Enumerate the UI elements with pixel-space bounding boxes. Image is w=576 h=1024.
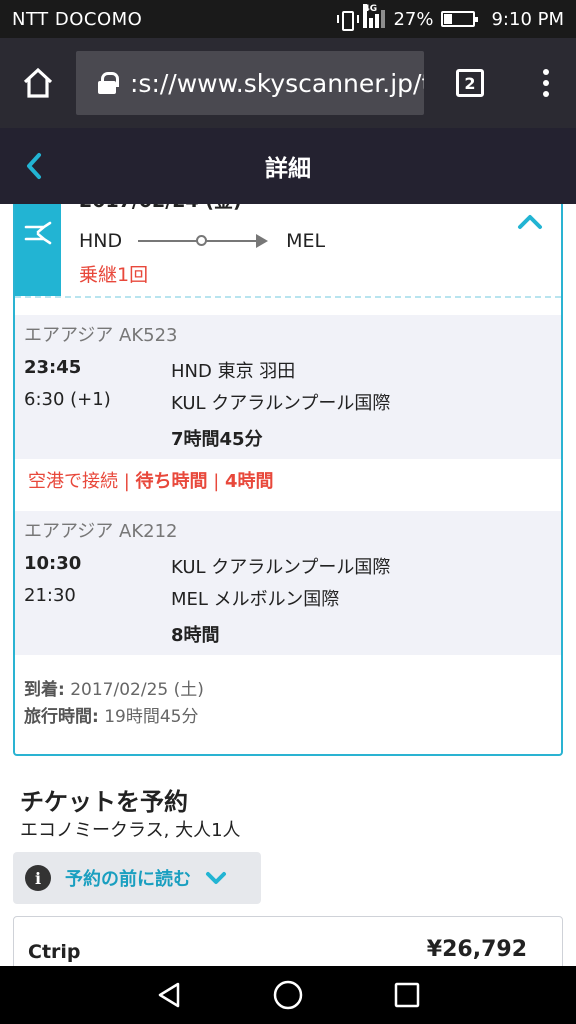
tab-count: 2 <box>456 69 484 97</box>
url-text: :s://www.skyscanner.jp/t <box>130 68 424 98</box>
separator: | <box>207 471 226 492</box>
home-icon <box>23 67 53 98</box>
arrow-icon <box>256 234 269 248</box>
arrival-airport: MEL メルボルン国際 <box>171 589 340 610</box>
stop-dot <box>196 235 208 246</box>
departure-airport: HND 東京 羽田 <box>171 361 296 382</box>
offer-card[interactable]: Ctrip ¥26,792 <box>13 916 563 966</box>
flight-duration: 8時間 <box>171 625 220 646</box>
chevron-left-icon[interactable] <box>22 150 46 182</box>
agent-name: Ctrip <box>28 941 81 963</box>
read-before-booking-button[interactable]: i 予約の前に読む <box>13 852 261 904</box>
travel-time-label: 旅行時間: <box>24 707 99 727</box>
back-triangle-icon <box>159 982 180 1008</box>
arrival-time: 6:30 (+1) <box>24 389 111 410</box>
home-nav-button[interactable] <box>268 975 308 1015</box>
arrival-time: 21:30 <box>24 585 76 606</box>
airline-flight: エアアジア AK523 <box>24 325 178 346</box>
lock-icon <box>98 72 119 94</box>
arrival-value: 2017/02/25 (土) <box>64 680 204 700</box>
more-vert-icon[interactable] <box>516 38 576 128</box>
flight-duration: 7時間45分 <box>171 429 263 450</box>
departure-time: 23:45 <box>24 357 82 378</box>
recents-square-icon <box>394 982 419 1008</box>
flight-segment: エアアジア AK212 10:30 KUL クアラルンプール国際 21:30 M… <box>15 511 561 655</box>
signal-icon: 4G <box>363 4 386 28</box>
read-before-label: 予約の前に読む <box>65 869 191 890</box>
booking-subtitle: エコノミークラス, 大人1人 <box>20 820 241 841</box>
departure-date: 2017/02/24 (金) <box>79 204 242 213</box>
arrival-airport: KUL クアラルンプール国際 <box>171 393 391 414</box>
wait-value: 4時間 <box>225 471 274 492</box>
separator: | <box>118 471 136 492</box>
battery-percent: 27% <box>393 8 434 30</box>
airline-flight: エアアジア AK212 <box>24 521 178 542</box>
browser-toolbar: :s://www.skyscanner.jp/t 2 <box>0 38 576 128</box>
clock: 9:10 PM <box>491 8 564 30</box>
route-line <box>138 231 269 251</box>
travel-time-value: 19時間45分 <box>98 707 199 727</box>
plane-icon <box>24 221 52 245</box>
back-button[interactable] <box>149 975 189 1015</box>
offer-price: ¥26,792 <box>426 937 527 962</box>
vibrate-icon <box>337 9 360 31</box>
connection-label: 空港で接続 <box>28 471 118 492</box>
itinerary-card: 2017/02/24 (金) HND MEL 乗継1回 エアアジア AK523 … <box>13 204 563 756</box>
page-title: 詳細 <box>265 156 311 182</box>
status-bar: NTT DOCOMO 4G 27% 9:10 PM <box>0 0 576 38</box>
home-button[interactable] <box>0 38 76 128</box>
itinerary-summary[interactable]: 2017/02/24 (金) HND MEL 乗継1回 <box>15 204 561 298</box>
battery-icon <box>441 11 479 27</box>
url-bar[interactable]: :s://www.skyscanner.jp/t <box>76 51 424 115</box>
departure-airport: KUL クアラルンプール国際 <box>171 557 391 578</box>
wait-label: 待ち時間 <box>135 471 208 492</box>
flight-segment: エアアジア AK523 23:45 HND 東京 羽田 6:30 (+1) KU… <box>15 315 561 459</box>
plane-badge <box>15 204 61 296</box>
booking-title: チケットを予約 <box>20 788 188 816</box>
chevron-down-icon <box>206 872 226 884</box>
connection-info: 空港で接続 | 待ち時間 | 4時間 <box>28 467 274 493</box>
route: HND MEL <box>79 230 325 252</box>
destination-code: MEL <box>286 230 326 252</box>
travel-time: 旅行時間: 19時間45分 <box>24 702 198 727</box>
carrier-name: NTT DOCOMO <box>12 8 143 30</box>
arrival-date: 到着: 2017/02/25 (土) <box>24 675 204 700</box>
navigation-bar <box>0 966 576 1024</box>
origin-code: HND <box>79 230 123 252</box>
tabs-button[interactable]: 2 <box>424 38 516 128</box>
chevron-up-icon[interactable] <box>517 212 543 230</box>
recents-button[interactable] <box>387 975 427 1015</box>
arrival-label: 到着: <box>24 680 65 700</box>
home-circle-icon <box>273 980 303 1010</box>
info-icon: i <box>25 865 51 891</box>
main-content: 2017/02/24 (金) HND MEL 乗継1回 エアアジア AK523 … <box>0 204 576 966</box>
stops-label: 乗継1回 <box>79 264 149 286</box>
departure-time: 10:30 <box>24 553 82 574</box>
page-header: 詳細 <box>0 128 576 204</box>
